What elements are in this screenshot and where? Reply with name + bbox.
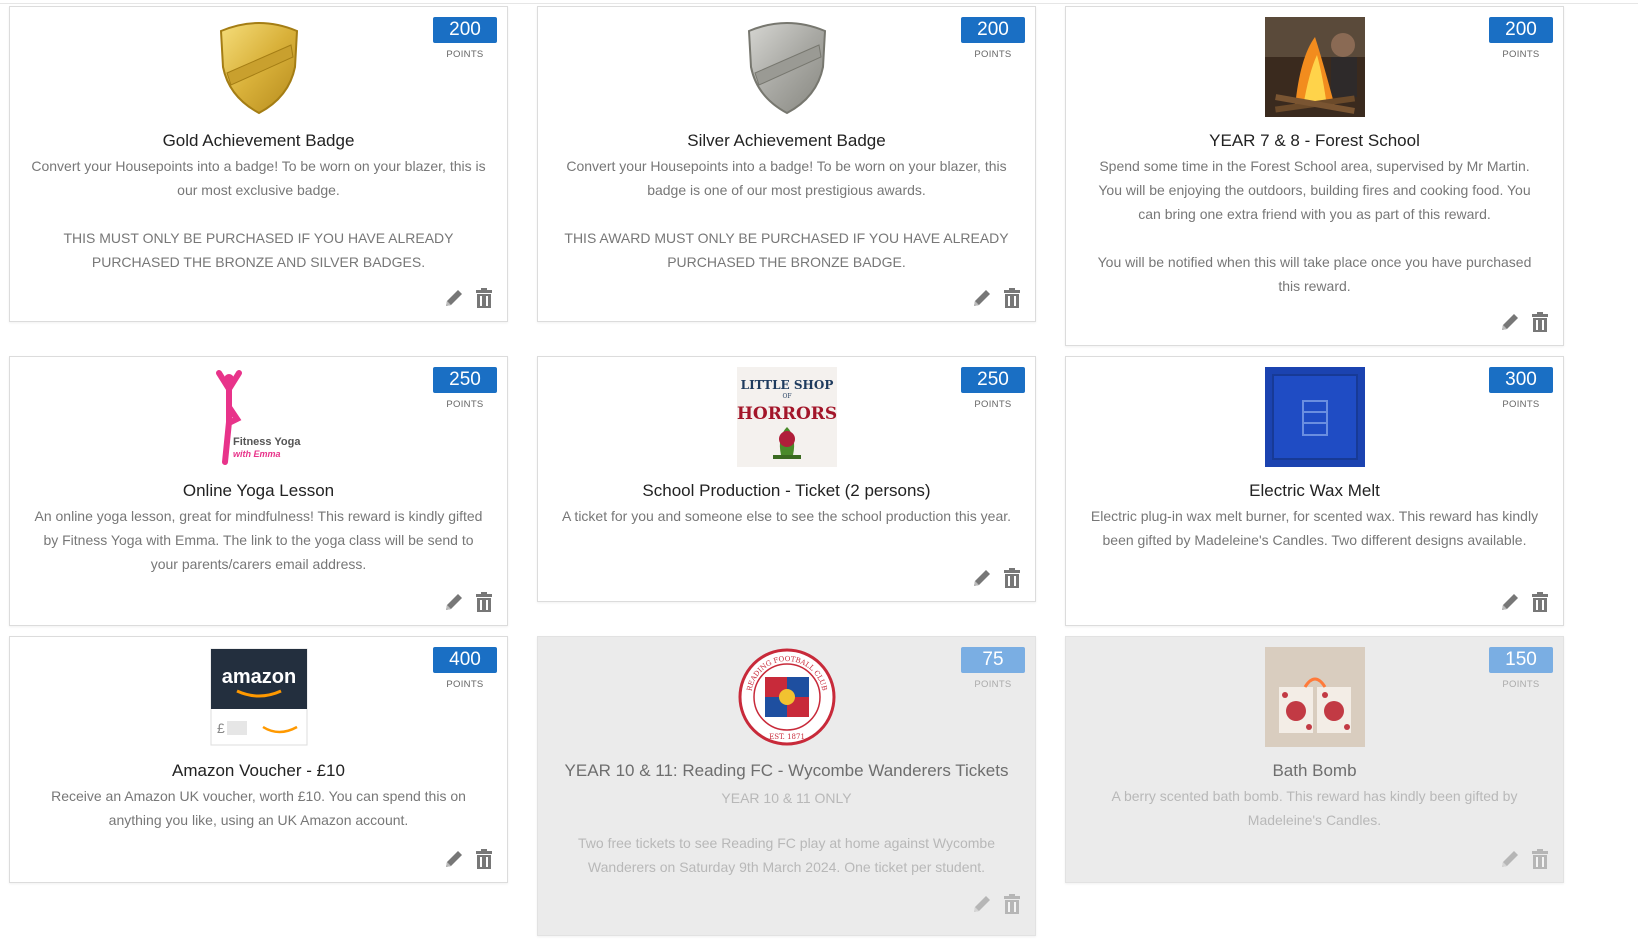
trash-icon[interactable] xyxy=(1529,311,1551,333)
reward-card-reading-fc[interactable]: READING FOOTBALL CLUB EST. 1871 75 POINTS… xyxy=(537,636,1036,936)
reward-title: Online Yoga Lesson xyxy=(182,481,335,500)
reward-description: A ticket for you and someone else to see… xyxy=(561,508,1012,524)
pencil-icon[interactable] xyxy=(1499,848,1521,870)
reward-description: Convert your Housepoints into a badge! T… xyxy=(564,158,1009,270)
reward-card-wax-melt[interactable]: 300 POINTS Electric Wax Melt Electric plu… xyxy=(1065,356,1564,626)
reward-title: Silver Achievement Badge xyxy=(687,131,886,150)
reward-card-bath-bomb[interactable]: 150 POINTS Bath Bomb A berry scented bath… xyxy=(1065,636,1564,883)
reward-description: Electric plug-in wax melt burner, for sc… xyxy=(1090,508,1539,548)
reward-card-silver-badge[interactable]: 200 POINTS Silver Achievement Badge Conve… xyxy=(537,6,1036,322)
svg-text:Fitness Yoga: Fitness Yoga xyxy=(233,436,301,448)
reward-card-gold-badge[interactable]: 200 POINTS Gold Achievement Badge Convert… xyxy=(9,6,508,322)
pencil-icon[interactable] xyxy=(971,893,993,915)
top-divider xyxy=(0,3,1638,4)
points-badge: 200 POINTS xyxy=(433,17,497,60)
svg-text:EST. 1871: EST. 1871 xyxy=(769,733,805,741)
reading-fc-crest: READING FOOTBALL CLUB EST. 1871 xyxy=(737,647,837,747)
reward-title: Bath Bomb xyxy=(1272,761,1357,780)
trash-icon[interactable] xyxy=(1001,287,1023,309)
points-badge: 150 POINTS xyxy=(1489,647,1553,690)
reward-description: Convert your Housepoints into a badge! T… xyxy=(31,158,486,270)
reward-title: Gold Achievement Badge xyxy=(162,131,355,150)
points-badge: 250 POINTS xyxy=(433,367,497,410)
pencil-icon[interactable] xyxy=(971,287,993,309)
reward-description: Two free tickets to see Reading FC play … xyxy=(578,835,995,875)
amazon-gift-card-image: amazon £ xyxy=(209,647,309,747)
trash-icon[interactable] xyxy=(1001,567,1023,589)
gold-shield-badge-image xyxy=(209,17,309,117)
reward-title: YEAR 10 & 11: Reading FC - Wycombe Wande… xyxy=(564,761,1009,780)
points-badge: 200 POINTS xyxy=(961,17,1025,60)
pencil-icon[interactable] xyxy=(1499,311,1521,333)
silver-shield-badge-image xyxy=(737,17,837,117)
bath-bomb-photo xyxy=(1264,647,1365,747)
points-badge: 200 POINTS xyxy=(1489,17,1553,60)
trash-icon[interactable] xyxy=(473,848,495,870)
pencil-icon[interactable] xyxy=(443,591,465,613)
reward-card-yoga[interactable]: Fitness Yoga with Emma 250 POINTS Online … xyxy=(9,356,508,626)
pencil-icon[interactable] xyxy=(1499,591,1521,613)
svg-text:OF: OF xyxy=(782,393,791,400)
svg-text:HORRORS: HORRORS xyxy=(737,404,837,424)
points-badge: 300 POINTS xyxy=(1489,367,1553,410)
trash-icon[interactable] xyxy=(1001,893,1023,915)
trash-icon[interactable] xyxy=(1529,591,1551,613)
fitness-yoga-logo: Fitness Yoga with Emma xyxy=(209,367,309,467)
points-badge: 250 POINTS xyxy=(961,367,1025,410)
svg-text:£: £ xyxy=(217,720,225,736)
campfire-photo xyxy=(1264,17,1365,117)
reward-card-school-production[interactable]: LITTLE SHOP OF HORRORS 250 POINTS School … xyxy=(537,356,1036,602)
reward-card-forest-school[interactable]: 200 POINTS YEAR 7 & 8 - Forest School Spe… xyxy=(1065,6,1564,346)
reward-description: A berry scented bath bomb. This reward h… xyxy=(1111,788,1518,828)
little-shop-of-horrors-poster: LITTLE SHOP OF HORRORS xyxy=(736,367,837,467)
svg-text:with Emma: with Emma xyxy=(233,449,281,459)
points-badge: 400 POINTS xyxy=(433,647,497,690)
pencil-icon[interactable] xyxy=(443,848,465,870)
reward-description: Receive an Amazon UK voucher, worth £10.… xyxy=(51,788,466,828)
reward-card-amazon-voucher[interactable]: amazon £ 400 POINTS Amazon Voucher - £10 … xyxy=(9,636,508,883)
reward-description: An online yoga lesson, great for mindful… xyxy=(34,508,483,572)
reward-subtitle: YEAR 10 & 11 ONLY xyxy=(721,790,852,806)
trash-icon[interactable] xyxy=(473,591,495,613)
pencil-icon[interactable] xyxy=(971,567,993,589)
reward-title: YEAR 7 & 8 - Forest School xyxy=(1209,131,1420,150)
reward-title: Electric Wax Melt xyxy=(1249,481,1380,500)
blue-wax-melt-box-image xyxy=(1264,367,1365,467)
svg-text:amazon: amazon xyxy=(221,666,295,688)
points-badge: 75 POINTS xyxy=(961,647,1025,690)
pencil-icon[interactable] xyxy=(443,287,465,309)
trash-icon[interactable] xyxy=(473,287,495,309)
svg-text:LITTLE SHOP: LITTLE SHOP xyxy=(740,378,833,392)
reward-title: School Production - Ticket (2 persons) xyxy=(642,481,931,500)
reward-description: Spend some time in the Forest School are… xyxy=(1097,158,1532,294)
trash-icon[interactable] xyxy=(1529,848,1551,870)
reward-title: Amazon Voucher - £10 xyxy=(172,761,345,780)
